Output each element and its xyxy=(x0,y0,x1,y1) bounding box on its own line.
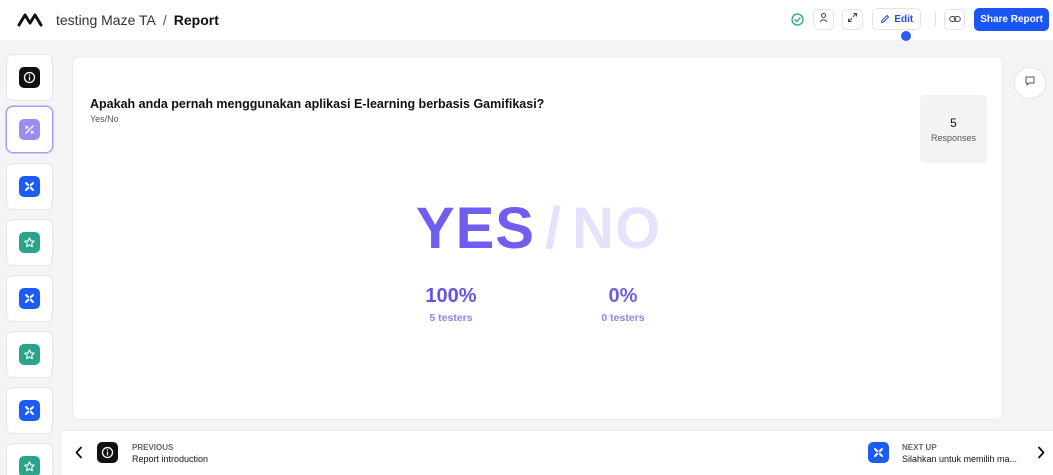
block-sidebar xyxy=(0,43,62,475)
header-actions: Edit Share Report xyxy=(790,7,1049,31)
question-type: Yes/No xyxy=(90,114,119,124)
comment-button[interactable] xyxy=(1014,67,1046,99)
page-title: Report xyxy=(173,12,219,28)
share-report-button[interactable]: Share Report xyxy=(974,7,1049,31)
info-icon[interactable] xyxy=(97,442,118,463)
breadcrumb-separator: / xyxy=(162,12,167,28)
yes-no-result-heading: YES / NO xyxy=(73,195,1004,262)
responses-label: Responses xyxy=(930,133,977,143)
person-button[interactable] xyxy=(813,8,835,30)
sidebar-block-mission[interactable] xyxy=(6,387,53,434)
sidebar-block-mission[interactable] xyxy=(6,163,53,210)
link-icon xyxy=(948,10,961,28)
responses-box: 5 Responses xyxy=(920,95,987,163)
previous-kicker: PREVIOUS xyxy=(132,443,174,452)
star-icon xyxy=(19,456,40,475)
info-icon xyxy=(19,67,40,88)
report-card: Apakah anda pernah menggunakan aplikasi … xyxy=(72,56,1003,420)
next-title: Silahkan untuk memilih ma... xyxy=(902,454,1018,464)
no-label: NO xyxy=(572,196,662,261)
pencil-icon xyxy=(881,14,890,24)
no-testers: 0 testers xyxy=(601,312,645,324)
saved-check-icon xyxy=(790,12,805,27)
top-bar: testing Maze TA / Report Edit Share Repo… xyxy=(0,0,1053,40)
yes-percent: 100% xyxy=(425,285,477,307)
sidebar-block-info[interactable] xyxy=(6,54,53,101)
mission-icon xyxy=(19,400,40,421)
chevron-right-icon[interactable] xyxy=(1036,446,1046,464)
sidebar-block-rating[interactable] xyxy=(6,443,53,475)
question-title: Apakah anda pernah menggunakan aplikasi … xyxy=(90,97,545,111)
edit-indicator-dot xyxy=(901,31,911,41)
yes-no-icon xyxy=(19,119,40,140)
edit-button[interactable]: Edit xyxy=(872,8,922,30)
no-percent: 0% xyxy=(608,285,638,307)
copy-link-button[interactable] xyxy=(944,8,966,30)
star-icon xyxy=(19,344,40,365)
no-stat: 0% 0 testers xyxy=(563,285,683,324)
comment-icon xyxy=(1024,74,1036,92)
edit-label: Edit xyxy=(894,13,914,25)
next-block-link[interactable]: NEXT UP Silahkan untuk memilih ma... xyxy=(902,443,1022,464)
previous-block-link[interactable]: PREVIOUS Report introduction xyxy=(132,443,208,464)
sidebar-block-rating[interactable] xyxy=(6,219,53,266)
sidebar-block-mission[interactable] xyxy=(6,275,53,322)
expand-icon xyxy=(847,10,858,28)
mission-icon[interactable] xyxy=(868,442,889,463)
breadcrumb: testing Maze TA / Report xyxy=(56,12,219,28)
sidebar-block-rating[interactable] xyxy=(6,331,53,378)
person-icon xyxy=(818,10,829,28)
responses-count: 5 xyxy=(950,116,957,130)
header-divider xyxy=(935,12,937,26)
maze-logo-icon[interactable] xyxy=(16,10,46,30)
yes-label: YES xyxy=(415,196,535,261)
mission-icon xyxy=(19,176,40,197)
previous-title: Report introduction xyxy=(132,454,209,464)
breadcrumb-project[interactable]: testing Maze TA xyxy=(56,12,156,28)
chevron-left-icon[interactable] xyxy=(74,446,84,464)
yes-testers: 5 testers xyxy=(429,312,473,324)
sidebar-block-yes-no[interactable] xyxy=(6,106,53,153)
block-navigation-footer: PREVIOUS Report introduction NEXT UP Sil… xyxy=(62,430,1053,475)
yes-no-slash: / xyxy=(544,196,563,261)
next-kicker: NEXT UP xyxy=(902,443,937,452)
mission-icon xyxy=(19,288,40,309)
star-icon xyxy=(19,232,40,253)
yes-stat: 100% 5 testers xyxy=(391,285,511,324)
expand-button[interactable] xyxy=(842,8,864,30)
